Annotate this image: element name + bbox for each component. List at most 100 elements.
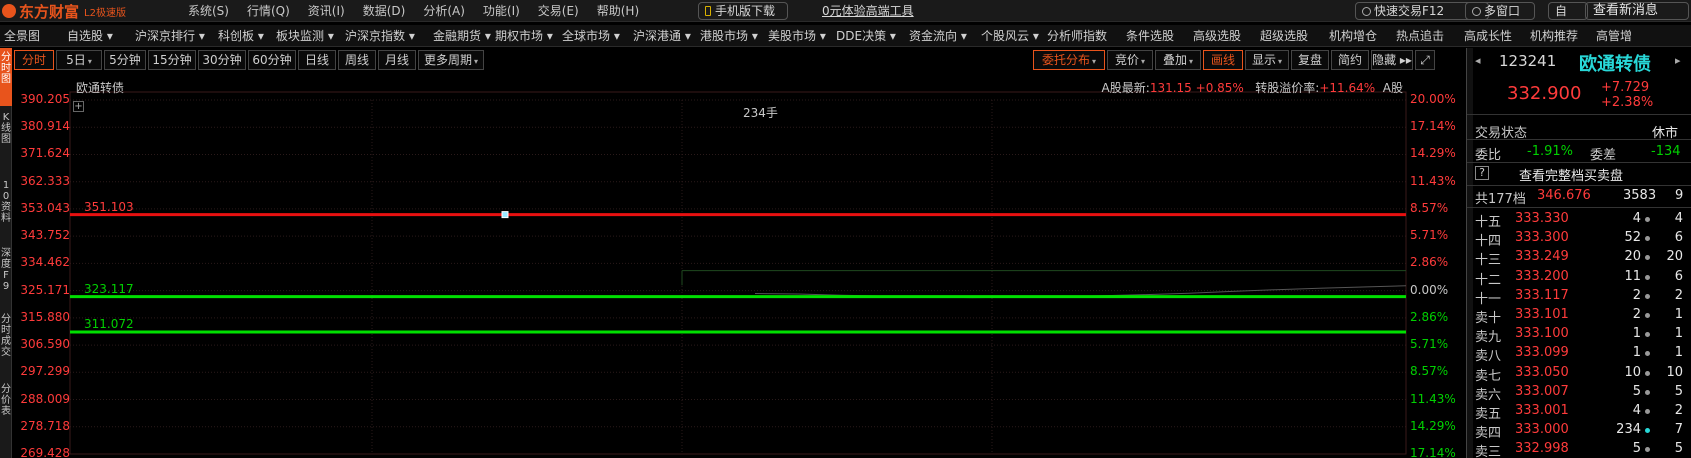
nav-item[interactable]: DDE决策 ▾ — [832, 25, 905, 46]
order-book-row[interactable]: 十二 333.200 11 6 — [1467, 269, 1691, 288]
nav-item[interactable]: 机构增仓 — [1325, 25, 1392, 46]
nav-item[interactable]: 全球市场 ▾ — [558, 25, 629, 46]
nav-item[interactable]: 期权市场 ▾ — [491, 25, 558, 46]
menu-item[interactable]: 功能(I) — [483, 2, 520, 20]
level-count: 2 — [1674, 403, 1683, 418]
view-tab[interactable]: K线图 — [0, 108, 12, 166]
intraday-chart[interactable] — [12, 76, 1467, 458]
stock-code: 123241 — [1499, 52, 1557, 70]
order-book-row[interactable]: 十三 333.249 20 20 — [1467, 249, 1691, 268]
order-diff-value: -134 — [1651, 144, 1681, 159]
nav-item[interactable]: 沪深京指数 ▾ — [341, 25, 429, 46]
lightning-icon — [1362, 7, 1371, 16]
period-button[interactable]: 5分钟 — [104, 50, 146, 70]
tool-button[interactable]: 隐藏 ▸▸ — [1371, 50, 1413, 70]
nav-item[interactable]: 美股市场 ▾ — [764, 25, 832, 46]
mobile-download-label: 手机版下载 — [715, 4, 776, 18]
logo-text: 东方财富 — [19, 2, 80, 21]
last-price: 332.900 — [1507, 83, 1582, 104]
next-stock-icon[interactable]: ▸ — [1675, 54, 1681, 67]
period-button[interactable]: 15分钟 — [148, 50, 196, 70]
period-button[interactable]: 分时 — [14, 50, 54, 70]
order-book-row[interactable]: 十五 333.330 4 4 — [1467, 211, 1691, 230]
add-indicator-button[interactable]: + — [73, 101, 84, 112]
period-button[interactable]: 更多周期 ▾ — [418, 50, 484, 70]
nav-item[interactable]: 科创板 ▾ — [214, 25, 272, 46]
pct-tick-label: 5.71% — [1410, 228, 1449, 243]
nav-item[interactable]: 高成长性 — [1460, 25, 1526, 46]
nav-item[interactable]: 分析师指数 — [1043, 25, 1122, 46]
pro-tools-link[interactable]: 0元体验高端工具 — [822, 2, 914, 20]
tool-button[interactable]: 画线 — [1203, 50, 1243, 70]
menu-item[interactable]: 系统(S) — [188, 2, 229, 20]
nav-item[interactable]: 高级选股 — [1189, 25, 1256, 46]
line-drag-handle[interactable] — [501, 211, 509, 219]
nav-item[interactable]: 沪深京排行 ▾ — [131, 25, 214, 46]
tool-button[interactable]: 竞价 ▾ — [1107, 50, 1153, 70]
order-book-row[interactable]: 卖七 333.050 10 10 — [1467, 365, 1691, 384]
menu-item[interactable]: 资讯(I) — [308, 2, 345, 20]
menu-item[interactable]: 交易(E) — [538, 2, 579, 20]
nav-item[interactable]: 港股市场 ▾ — [696, 25, 764, 46]
order-book-row[interactable]: 卖八 333.099 1 1 — [1467, 345, 1691, 364]
nav-item[interactable]: 热点追击 — [1392, 25, 1460, 46]
menu-item[interactable]: 分析(A) — [423, 2, 465, 20]
pct-tick-label: 17.14% — [1410, 446, 1456, 458]
view-tab[interactable]: 深度F9 — [0, 244, 12, 302]
period-label: 分时 — [21, 53, 46, 67]
nav-item[interactable]: 金融期货 ▾ — [429, 25, 491, 46]
order-book-row[interactable]: 十一 333.117 2 2 — [1467, 288, 1691, 307]
order-book-row[interactable]: 卖五 333.001 4 2 — [1467, 403, 1691, 422]
menu-item[interactable]: 帮助(H) — [597, 2, 639, 20]
pct-tick-label: 2.86% — [1410, 309, 1449, 324]
tool-button[interactable]: ⤢ — [1415, 50, 1435, 70]
view-tab[interactable]: 10资料 — [0, 176, 12, 234]
mobile-download-button[interactable]: 手机版下载 — [698, 2, 788, 20]
view-tab[interactable]: 分时图 — [0, 48, 12, 106]
tool-button[interactable]: 简约 — [1331, 50, 1369, 70]
order-book-row[interactable]: 卖四 333.000 234 7 — [1467, 422, 1691, 441]
tool-button[interactable]: 显示 ▾ — [1245, 50, 1289, 70]
full-order-book-link[interactable]: 查看完整档买卖盘 — [1519, 165, 1623, 184]
order-book-row[interactable]: 卖九 333.100 1 1 — [1467, 326, 1691, 345]
self-select-button[interactable]: 自 — [1548, 2, 1588, 20]
menu-item[interactable]: 数据(D) — [363, 2, 406, 20]
period-button[interactable]: 月线 — [378, 50, 416, 70]
nav-item[interactable]: 资金流向 ▾ — [905, 25, 977, 46]
tool-button[interactable]: 复盘 — [1291, 50, 1329, 70]
nav-item[interactable]: 板块监测 ▾ — [272, 25, 341, 46]
order-book-row[interactable]: 卖六 333.007 5 5 — [1467, 384, 1691, 403]
nav-item[interactable]: 全景图 — [0, 25, 63, 46]
view-tab[interactable]: 分时成交 — [0, 310, 12, 372]
price-tick-label: 334.462 — [20, 255, 70, 270]
news-button[interactable]: 查看新消息 — [1585, 2, 1689, 20]
multi-window-button[interactable]: 多窗口 — [1465, 2, 1535, 20]
view-tab[interactable]: 分价表 — [0, 380, 12, 438]
nav-item[interactable]: 超级选股 — [1256, 25, 1325, 46]
period-button[interactable]: 日线 — [298, 50, 336, 70]
period-button[interactable]: 60分钟 — [248, 50, 296, 70]
prev-stock-icon[interactable]: ◂ — [1475, 54, 1481, 67]
nav-item[interactable]: 高管增 — [1592, 25, 1642, 46]
tool-button[interactable]: 叠加 ▾ — [1155, 50, 1201, 70]
order-book-row[interactable]: 十四 333.300 52 6 — [1467, 230, 1691, 249]
nav-item[interactable]: 个股风云 ▾ — [977, 25, 1043, 46]
level-price: 332.998 — [1515, 441, 1569, 457]
tool-button[interactable]: 委托分布 ▾ — [1033, 50, 1105, 70]
period-button[interactable]: 5日 ▾ — [56, 50, 102, 70]
order-book-row[interactable]: 卖三 332.998 5 5 — [1467, 441, 1691, 458]
level-price: 333.100 — [1515, 326, 1569, 342]
period-button[interactable]: 周线 — [338, 50, 376, 70]
nav-item[interactable]: 条件选股 — [1122, 25, 1189, 46]
period-button[interactable]: 30分钟 — [198, 50, 246, 70]
order-book-row[interactable]: 卖十 333.101 2 1 — [1467, 307, 1691, 326]
view-switch-strip: 分时图 K线图 10资料深度F9 分时成交分价表 — [0, 48, 12, 458]
help-icon[interactable]: ? — [1475, 166, 1489, 180]
pct-tick-label: 17.14% — [1410, 119, 1456, 134]
nav-item[interactable]: 沪深港通 ▾ — [629, 25, 696, 46]
nav-item[interactable]: 自选股 ▾ — [63, 25, 131, 46]
level-volume: 20 — [1624, 249, 1641, 265]
caret-down-icon: ▾ — [1278, 57, 1283, 66]
menu-item[interactable]: 行情(Q) — [247, 2, 290, 20]
nav-item[interactable]: 机构推荐 — [1526, 25, 1592, 46]
